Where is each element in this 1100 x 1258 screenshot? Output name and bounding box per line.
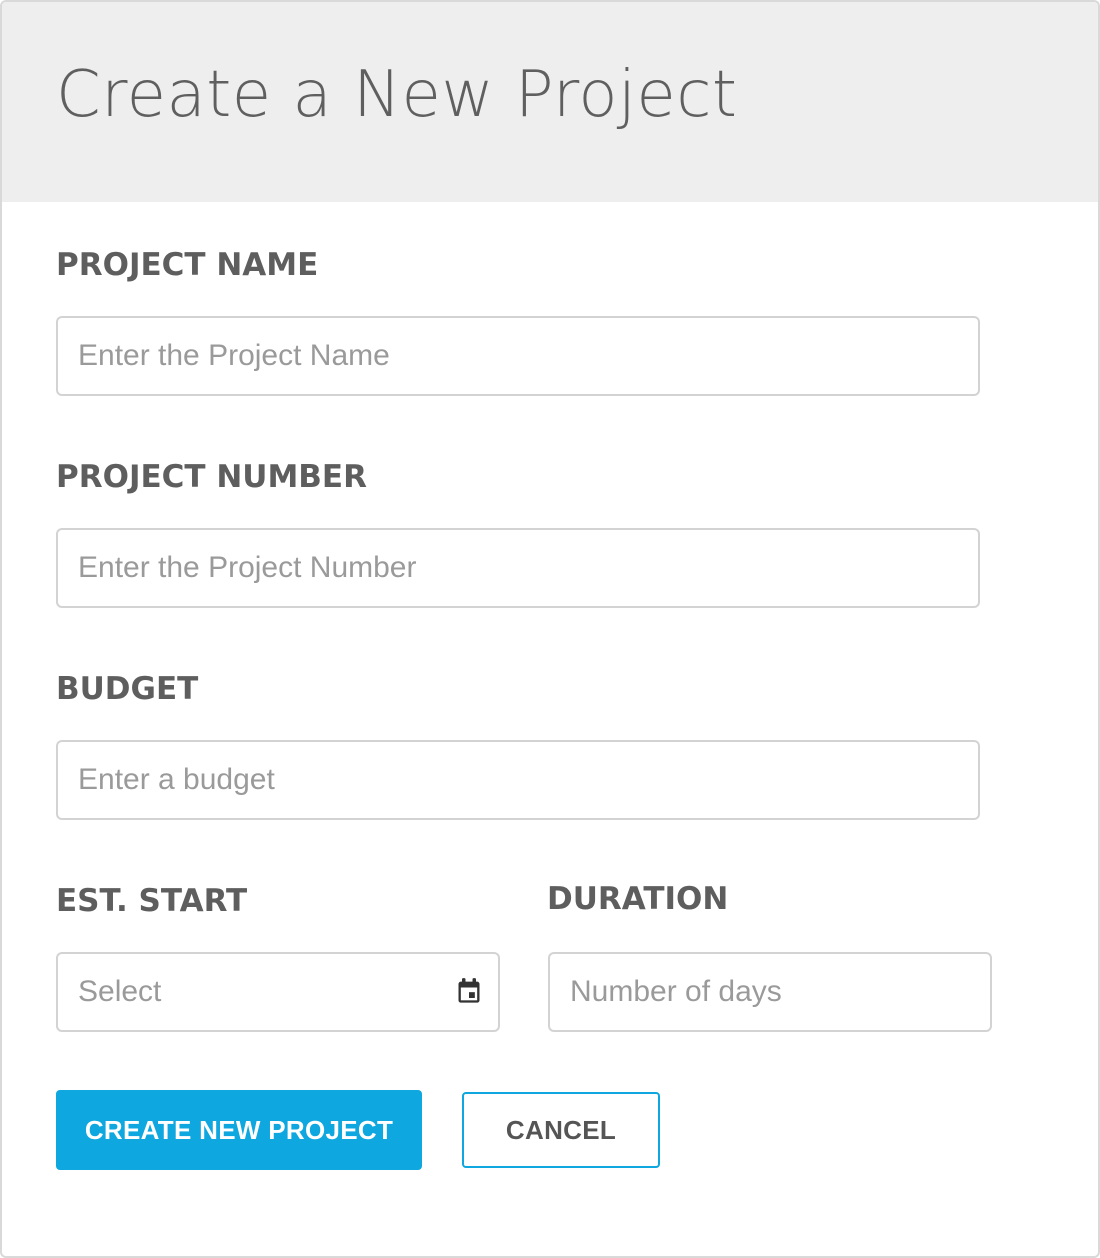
project-name-label: PROJECT NAME bbox=[56, 247, 319, 283]
dialog-title: Create a New Project bbox=[56, 58, 738, 132]
calendar-icon[interactable] bbox=[455, 977, 483, 1005]
est-start-date-input[interactable] bbox=[56, 952, 500, 1032]
duration-label: DURATION bbox=[547, 881, 729, 917]
budget-label: BUDGET bbox=[56, 671, 199, 707]
dialog-header: Create a New Project bbox=[2, 2, 1098, 202]
cancel-button[interactable]: CANCEL bbox=[462, 1092, 660, 1168]
duration-input[interactable] bbox=[548, 952, 992, 1032]
project-number-input[interactable] bbox=[56, 528, 980, 608]
est-start-label: EST. START bbox=[56, 883, 248, 919]
project-name-input[interactable] bbox=[56, 316, 980, 396]
budget-input[interactable] bbox=[56, 740, 980, 820]
project-number-label: PROJECT NUMBER bbox=[56, 459, 367, 495]
create-new-project-button[interactable]: CREATE NEW PROJECT bbox=[56, 1090, 422, 1170]
create-project-dialog: Create a New Project PROJECT NAME PROJEC… bbox=[0, 0, 1100, 1258]
